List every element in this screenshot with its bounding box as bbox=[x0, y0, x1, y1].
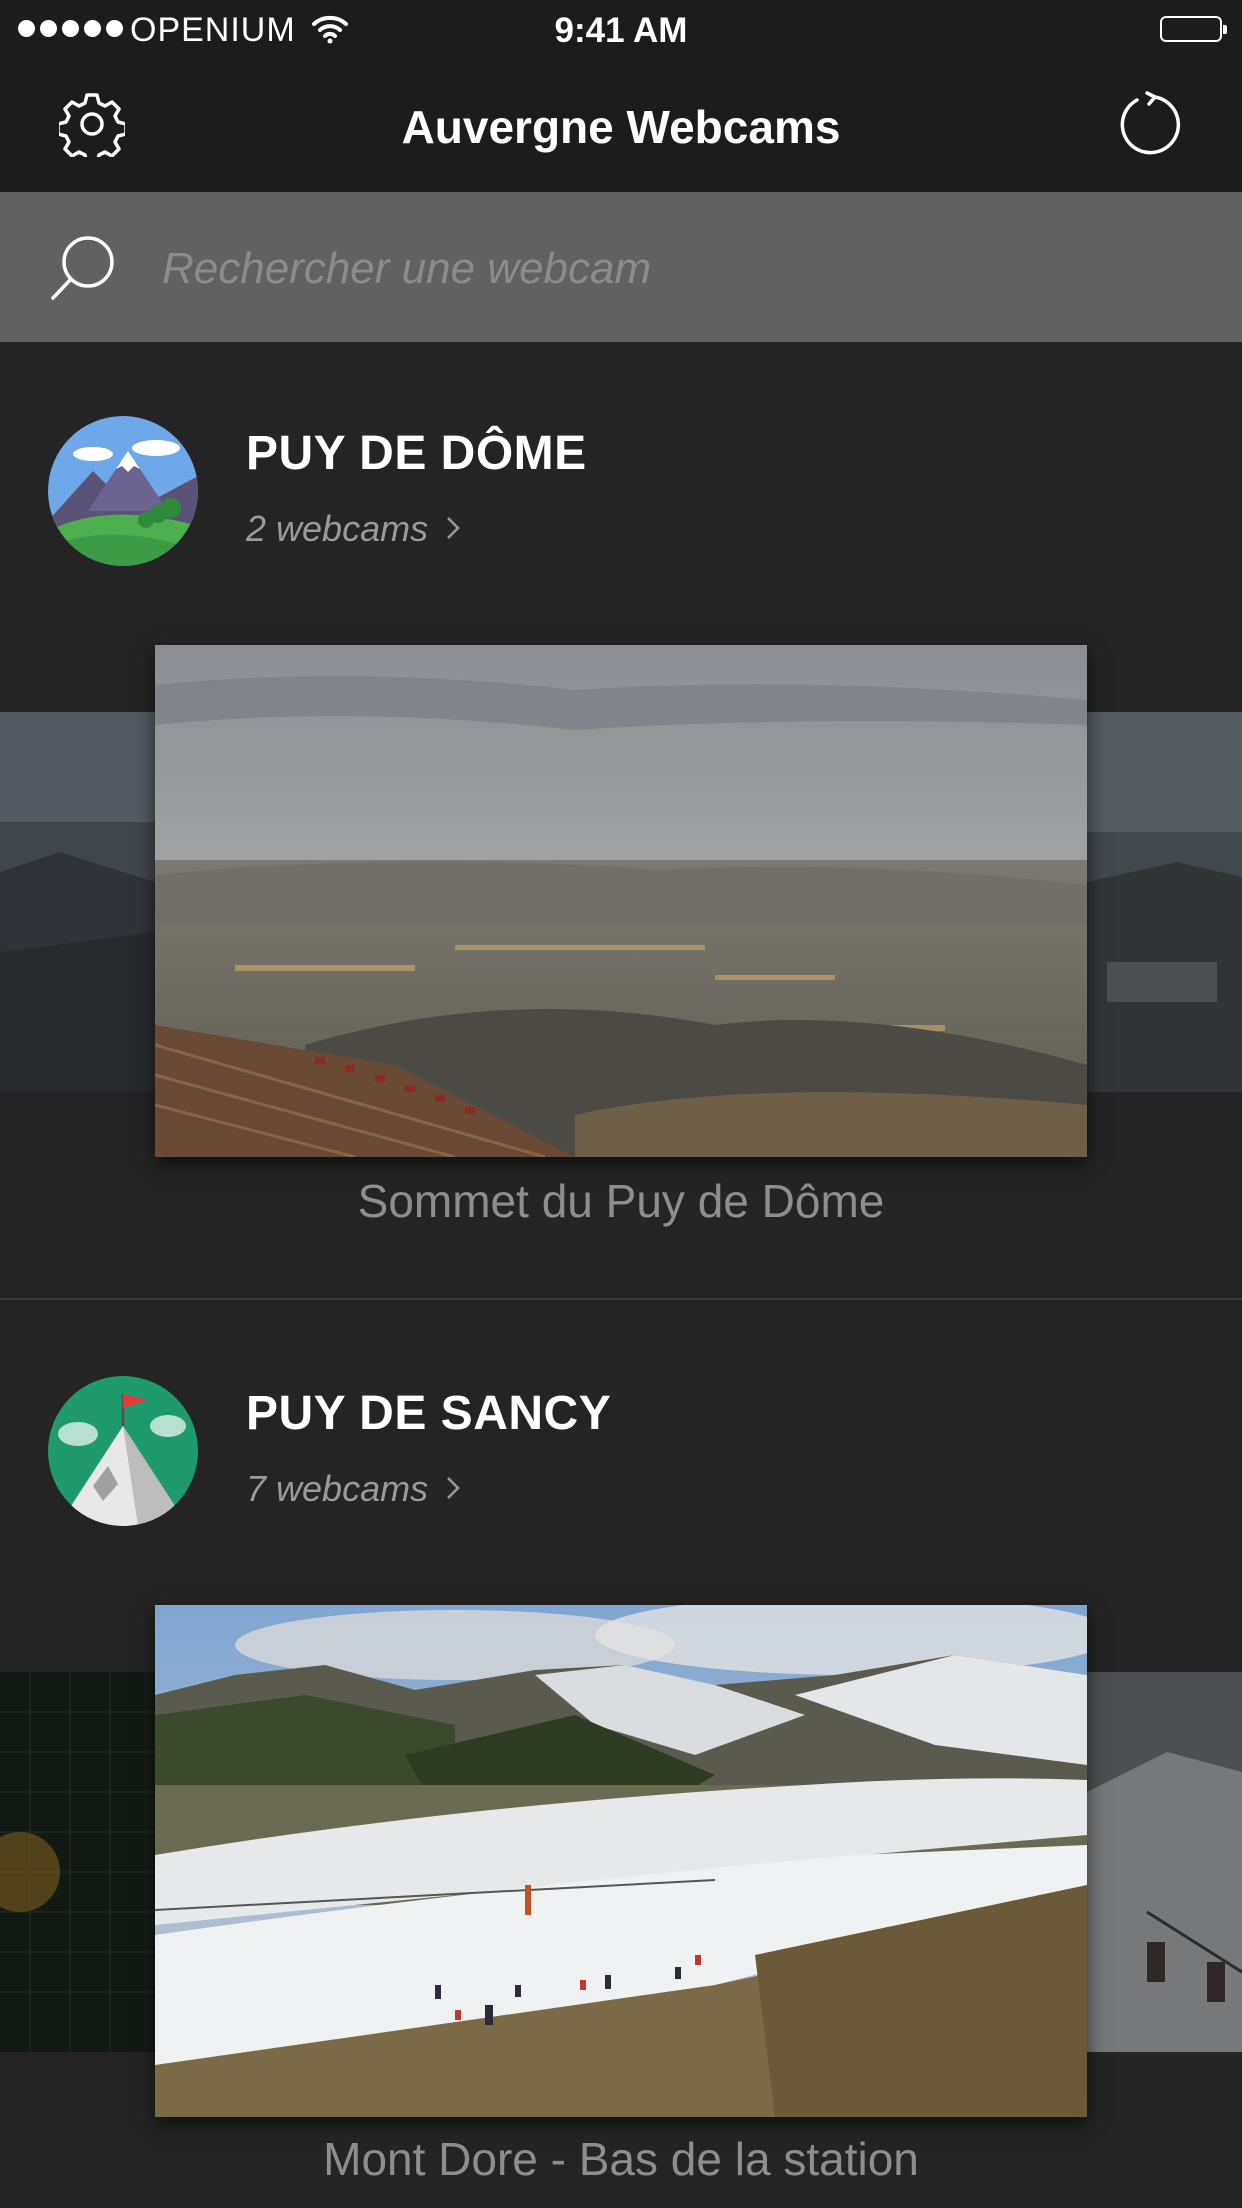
webcam-count-link[interactable]: 7 webcams bbox=[246, 1468, 460, 1510]
search-bar bbox=[0, 192, 1242, 342]
region-title: PUY DE DÔME bbox=[246, 427, 587, 480]
navigation-bar: Auvergne Webcams bbox=[0, 60, 1242, 192]
refresh-icon bbox=[1117, 90, 1183, 162]
webcam-count-label: 7 webcams bbox=[246, 1468, 429, 1509]
mountain-flag-icon bbox=[48, 1376, 198, 1526]
battery-icon bbox=[1160, 16, 1227, 42]
webcam-preview-next[interactable] bbox=[1087, 712, 1242, 1092]
page-title: Auvergne Webcams bbox=[401, 101, 841, 153]
webcam-image-mont-dore[interactable] bbox=[155, 1605, 1087, 2117]
status-bar: OPENIUM 9:41 AM bbox=[0, 0, 1242, 60]
refresh-button[interactable] bbox=[1112, 88, 1188, 164]
webcam-caption: Sommet du Puy de Dôme bbox=[357, 1175, 885, 1227]
webcam-image-sommet-puy-de-dome[interactable] bbox=[155, 645, 1087, 1157]
region-title: PUY DE SANCY bbox=[246, 1387, 612, 1440]
status-time: 9:41 AM bbox=[554, 11, 688, 50]
region-section-puy-de-dome: PUY DE DÔME 2 webcams Sommet du Puy de D… bbox=[0, 342, 1242, 1300]
mountain-landscape-icon bbox=[48, 416, 198, 566]
search-icon bbox=[48, 234, 118, 309]
webcam-preview-next[interactable] bbox=[1087, 1672, 1242, 2052]
webcam-preview-previous[interactable] bbox=[0, 712, 155, 1092]
region-section-puy-de-sancy: PUY DE SANCY 7 webcams Mont Dore - Bas d… bbox=[0, 1300, 1242, 2208]
webcam-preview-previous[interactable] bbox=[0, 1672, 155, 2052]
webcam-count-label: 2 webcams bbox=[246, 508, 429, 549]
webcam-count-link[interactable]: 2 webcams bbox=[246, 508, 460, 550]
chevron-right-icon bbox=[446, 1468, 460, 1510]
chevron-right-icon bbox=[446, 508, 460, 550]
webcam-caption: Mont Dore - Bas de la station bbox=[323, 2133, 919, 2185]
search-input[interactable] bbox=[160, 230, 1204, 308]
